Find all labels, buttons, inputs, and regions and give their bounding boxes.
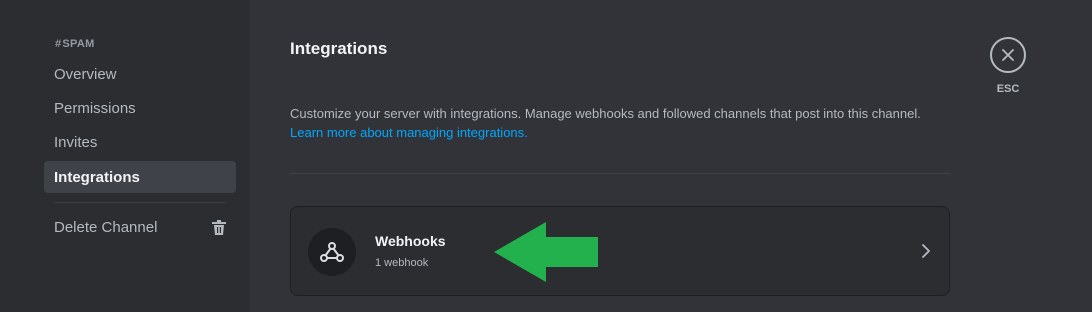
sidebar-item-label: Permissions	[54, 99, 136, 117]
close-button[interactable]: ESC	[990, 37, 1026, 97]
sidebar-item-label: Integrations	[54, 168, 140, 186]
close-circle[interactable]	[990, 37, 1026, 73]
section-divider	[290, 173, 950, 174]
trash-icon	[212, 220, 226, 235]
integrations-description: Customize your server with integrations.…	[290, 104, 970, 142]
delete-channel-label: Delete Channel	[54, 218, 158, 236]
webhooks-card[interactable]: Webhooks 1 webhook	[290, 206, 950, 296]
channel-name: SPAM	[62, 38, 95, 50]
page-title: Integrations	[290, 39, 388, 58]
card-title: Webhooks	[375, 233, 446, 249]
webhook-icon-badge	[308, 228, 356, 276]
sidebar-item-permissions[interactable]: Permissions	[44, 92, 236, 124]
sidebar-item-label: Invites	[54, 133, 98, 151]
card-subtitle: 1 webhook	[375, 257, 429, 269]
green-arrow-icon	[494, 222, 598, 282]
chevron-right-icon	[922, 244, 930, 258]
learn-more-link[interactable]: Learn more about managing integrations.	[290, 123, 970, 142]
sidebar-item-label: Overview	[54, 65, 117, 83]
description-text: Customize your server with integrations.…	[290, 106, 921, 121]
channel-header: # SPAM	[55, 38, 95, 50]
webhook-icon	[320, 242, 344, 262]
settings-sidebar: # SPAM Overview Permissions Invites Inte…	[0, 0, 250, 312]
sidebar-divider	[54, 202, 226, 203]
sidebar-item-invites[interactable]: Invites	[44, 126, 236, 158]
delete-channel-button[interactable]: Delete Channel	[44, 211, 236, 243]
sidebar-item-integrations[interactable]: Integrations	[44, 161, 236, 193]
hashtag-icon: #	[55, 38, 62, 50]
esc-label: ESC	[996, 83, 1020, 95]
close-icon	[1002, 49, 1014, 61]
sidebar-item-overview[interactable]: Overview	[44, 58, 236, 90]
